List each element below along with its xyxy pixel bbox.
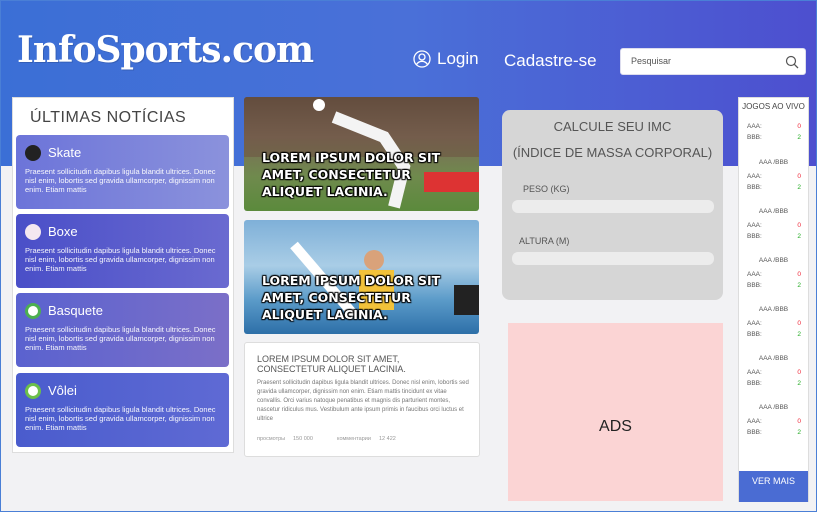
score-a: 0 (797, 320, 801, 327)
score-a: 0 (797, 123, 801, 130)
search-box[interactable] (620, 48, 806, 75)
live-game-item[interactable]: AAA /BBB AAA: 0 BBB: 2 (739, 404, 808, 446)
featured-card-football[interactable]: LOREM IPSUM DOLOR SIT AMET, CONSECTETUR … (244, 97, 479, 211)
live-games-panel: JOGOS AO VIVO AAA: 0 BBB: 2 AAA /BBB AAA: 0… (738, 97, 809, 502)
team-a: AAA: (747, 271, 762, 278)
site-logo[interactable]: InfoSports.com (17, 29, 314, 71)
score-b: 2 (797, 184, 801, 191)
match-header: AAA /BBB (758, 306, 789, 313)
score-b: 2 (797, 282, 801, 289)
imc-subtitle: (ÍNDICE DE MASSA CORPORAL) (512, 145, 713, 160)
news-item-text: Praesent sollicitudin dapibus ligula bla… (25, 167, 216, 194)
live-game-item[interactable]: AAA /BBB AAA: 0 BBB: 2 (739, 208, 808, 250)
live-game-item[interactable]: AAA /BBB AAA: 0 BBB: 2 (739, 159, 808, 201)
team-b: BBB: (747, 184, 762, 191)
basketball-icon (25, 303, 41, 319)
news-item-label: Vôlei (48, 383, 77, 398)
team-b: BBB: (747, 134, 762, 141)
team-b: BBB: (747, 380, 762, 387)
news-item-text: Praesent sollicitudin dapibus ligula bla… (25, 405, 216, 432)
team-a: AAA: (747, 369, 762, 376)
ads-label: ADS (599, 418, 632, 435)
news-item-text: Praesent sollicitudin dapibus ligula bla… (25, 325, 216, 352)
views-count: 150 000 (293, 436, 313, 442)
comments-label: комментарии (337, 436, 371, 442)
comments-count: 12 422 (379, 436, 396, 442)
match-header: AAA /BBB (758, 159, 789, 166)
imc-title: CALCULE SEU IMC (553, 119, 672, 134)
featured-card-surf[interactable]: LOREM IPSUM DOLOR SIT AMET, CONSECTETUR … (244, 220, 479, 334)
match-header: AAA /BBB (758, 355, 789, 362)
news-item-label: Skate (48, 145, 82, 160)
user-icon (413, 50, 431, 68)
news-item-basquete[interactable]: Basquete Praesent sollicitudin dapibus l… (16, 293, 229, 367)
match-header: AAA /BBB (758, 257, 789, 264)
team-b: BBB: (747, 282, 762, 289)
search-input[interactable] (629, 55, 783, 67)
live-game-item[interactable]: AAA /BBB AAA: 0 BBB: 2 (739, 306, 808, 348)
team-b: BBB: (747, 331, 762, 338)
team-b: BBB: (747, 233, 762, 240)
featured-caption: LOREM IPSUM DOLOR SIT AMET, CONSECTETUR … (262, 273, 441, 322)
score-a: 0 (797, 369, 801, 376)
team-a: AAA: (747, 173, 762, 180)
live-games-title: JOGOS AO VIVO (742, 102, 805, 111)
match-header: AAA /BBB (758, 208, 789, 215)
height-label: ALTURA (M) (519, 236, 570, 246)
team-a: AAA: (747, 418, 762, 425)
search-icon[interactable] (785, 55, 799, 69)
score-b: 2 (797, 429, 801, 436)
team-a: AAA: (747, 222, 762, 229)
news-item-label: Boxe (48, 224, 78, 239)
live-game-item[interactable]: AAA /BBB AAA: 0 BBB: 2 (739, 355, 808, 397)
signup-link[interactable]: Cadastre-se (504, 51, 597, 71)
news-item-skate[interactable]: Skate Praesent sollicitudin dapibus ligu… (16, 135, 229, 209)
score-a: 0 (797, 418, 801, 425)
score-b: 2 (797, 331, 801, 338)
score-a: 0 (797, 173, 801, 180)
latest-news-title: ÚLTIMAS NOTÍCIAS (30, 109, 187, 126)
match-header: AAA /BBB (758, 404, 789, 411)
views-label: просмотры (257, 436, 286, 442)
imc-calculator: CALCULE SEU IMC (ÍNDICE DE MASSA CORPORA… (502, 110, 723, 300)
latest-news-panel: ÚLTIMAS NOTÍCIAS Skate Praesent sollicit… (12, 97, 234, 453)
news-item-text: Praesent sollicitudin dapibus ligula bla… (25, 246, 216, 273)
volleyball-icon (25, 383, 41, 399)
page-frame: InfoSports.com Login Cadastre-se ÚLTIMAS… (0, 0, 817, 512)
team-a: AAA: (747, 123, 762, 130)
weight-label: PESO (KG) (523, 184, 570, 194)
article-title: LOREM IPSUM DOLOR SIT AMET, CONSECTETUR … (257, 354, 406, 374)
article-body: Praesent sollicitudin dapibus ligula bla… (257, 380, 469, 422)
score-a: 0 (797, 271, 801, 278)
login-label: Login (437, 49, 479, 68)
boxing-icon (25, 224, 41, 240)
live-game-item[interactable]: AAA /BBB AAA: 0 BBB: 2 (739, 257, 808, 299)
score-b: 2 (797, 380, 801, 387)
score-b: 2 (797, 134, 801, 141)
team-a: AAA: (747, 320, 762, 327)
article-card[interactable]: LOREM IPSUM DOLOR SIT AMET, CONSECTETUR … (244, 342, 480, 457)
login-button[interactable]: Login (413, 49, 479, 69)
skate-icon (25, 145, 41, 161)
ads-banner[interactable]: ADS (508, 323, 723, 501)
score-b: 2 (797, 233, 801, 240)
see-more-button[interactable]: VER MAIS (739, 471, 808, 502)
weight-input[interactable] (512, 200, 714, 213)
news-item-label: Basquete (48, 303, 103, 318)
height-input[interactable] (512, 252, 714, 265)
score-a: 0 (797, 222, 801, 229)
team-b: BBB: (747, 429, 762, 436)
news-item-boxe[interactable]: Boxe Praesent sollicitudin dapibus ligul… (16, 214, 229, 288)
featured-caption: LOREM IPSUM DOLOR SIT AMET, CONSECTETUR … (262, 150, 441, 199)
news-item-volei[interactable]: Vôlei Praesent sollicitudin dapibus ligu… (16, 373, 229, 447)
